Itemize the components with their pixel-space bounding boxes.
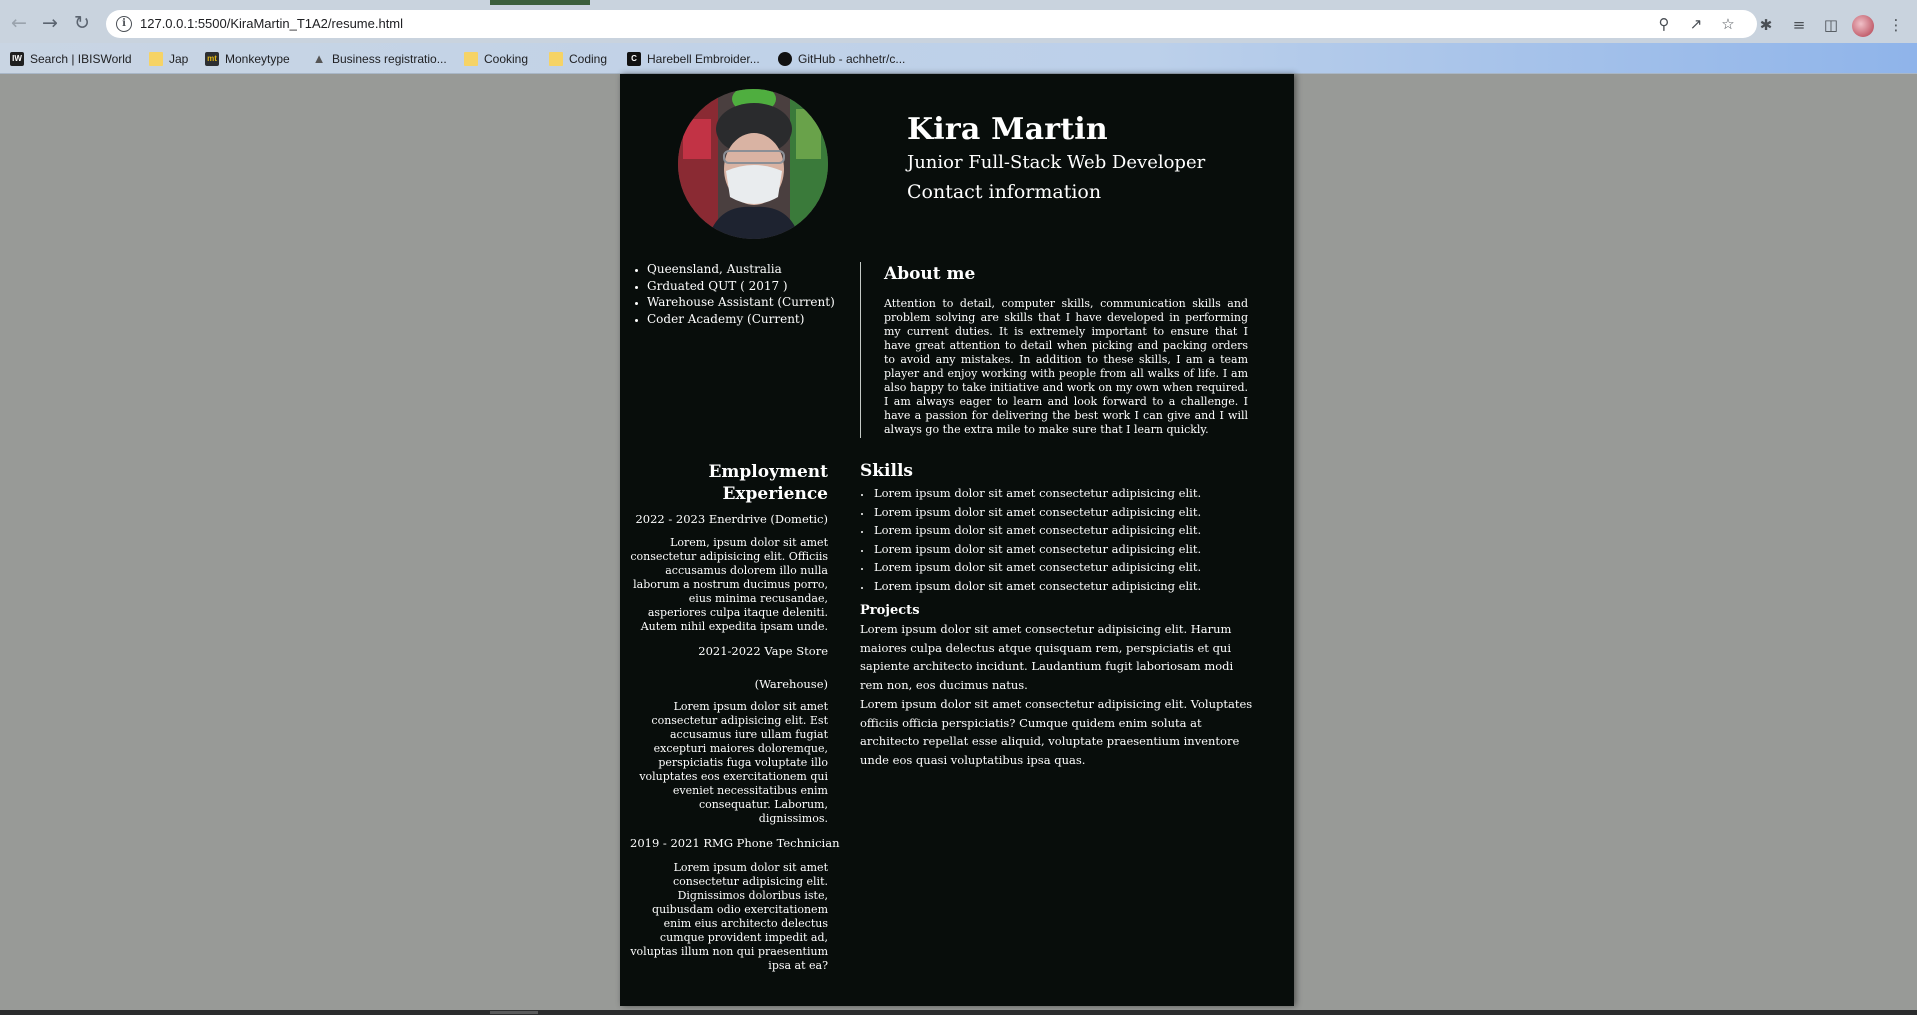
bookmark-label: Monkeytype bbox=[225, 52, 290, 66]
bookmark-harebell[interactable]: C Harebell Embroider... bbox=[627, 50, 760, 68]
monkeytype-icon: mt bbox=[205, 52, 219, 66]
resume-name: Kira Martin bbox=[907, 112, 1108, 147]
profile-avatar-icon[interactable] bbox=[1852, 15, 1874, 37]
bookmark-label: Coding bbox=[569, 52, 608, 66]
job-description: Lorem ipsum dolor sit amet consectetur a… bbox=[639, 700, 828, 825]
folder-icon bbox=[149, 52, 163, 66]
list-item: Lorem ipsum dolor sit amet consectetur a… bbox=[872, 484, 1201, 503]
menu-kebab-icon[interactable]: ⋮ bbox=[1885, 14, 1907, 36]
job-subtitle: (Warehouse) bbox=[754, 677, 828, 691]
job-title: 2021-2022 Vape Store bbox=[698, 644, 828, 658]
site-info-icon[interactable]: i bbox=[116, 16, 132, 32]
bookmark-label: Business registratio... bbox=[332, 52, 447, 66]
list-item: Lorem ipsum dolor sit amet consectetur a… bbox=[872, 577, 1201, 596]
bookmark-ibisworld[interactable]: IW Search | IBISWorld bbox=[10, 50, 132, 68]
c-icon: C bbox=[627, 52, 641, 66]
bookmark-folder-jap[interactable]: Jap bbox=[149, 50, 188, 68]
bookmark-label: Search | IBISWorld bbox=[30, 52, 132, 66]
contact-facts-list: Queensland, Australia Grduated QUT ( 201… bbox=[635, 261, 835, 327]
job-description: Lorem, ipsum dolor sit amet consectetur … bbox=[630, 536, 828, 633]
bookmark-star-icon[interactable]: ☆ bbox=[1717, 13, 1739, 35]
reading-list-icon[interactable]: ≡ bbox=[1788, 14, 1810, 36]
list-item: Lorem ipsum dolor sit amet consectetur a… bbox=[872, 503, 1201, 522]
profile-photo bbox=[678, 89, 828, 239]
bookmark-folder-coding[interactable]: Coding bbox=[549, 50, 607, 68]
browser-toolbar: ← → ↻ i 127.0.0.1:5500/KiraMartin_T1A2/r… bbox=[0, 5, 1917, 43]
reload-icon[interactable]: ↻ bbox=[69, 10, 95, 36]
profile-photo-image bbox=[678, 89, 828, 239]
bookmark-business-registration[interactable]: ▲ Business registratio... bbox=[312, 50, 447, 68]
address-bar[interactable]: i 127.0.0.1:5500/KiraMartin_T1A2/resume.… bbox=[106, 10, 1757, 38]
list-item: Lorem ipsum dolor sit amet consectetur a… bbox=[872, 521, 1201, 540]
bookmark-label: GitHub - achhetr/c... bbox=[798, 52, 906, 66]
bookmark-label: Harebell Embroider... bbox=[647, 52, 760, 66]
job-title: 2019 - 2021 RMG Phone Technician bbox=[630, 836, 840, 850]
share-icon[interactable]: ↗ bbox=[1685, 13, 1707, 35]
list-item: Lorem ipsum dolor sit amet consectetur a… bbox=[872, 558, 1201, 577]
list-item: Queensland, Australia bbox=[647, 261, 835, 278]
bookmark-monkeytype[interactable]: mt Monkeytype bbox=[205, 50, 290, 68]
bookmark-label: Jap bbox=[169, 52, 189, 66]
job-description: Lorem ipsum dolor sit amet consectetur a… bbox=[630, 861, 828, 972]
job-title: 2022 - 2023 Enerdrive (Dometic) bbox=[635, 512, 828, 526]
address-url[interactable]: 127.0.0.1:5500/KiraMartin_T1A2/resume.ht… bbox=[140, 16, 403, 31]
about-text: Attention to detail, computer skills, co… bbox=[884, 297, 1248, 436]
about-heading: About me bbox=[884, 264, 976, 284]
side-panel-icon[interactable]: ◫ bbox=[1820, 14, 1842, 36]
project-description: Lorem ipsum dolor sit amet consectetur a… bbox=[860, 697, 1253, 768]
github-icon bbox=[778, 52, 792, 66]
folder-icon bbox=[549, 52, 563, 66]
employment-heading: Employment Experience bbox=[708, 462, 828, 504]
contact-heading: Contact information bbox=[907, 181, 1102, 203]
resume-job-title: Junior Full-Stack Web Developer bbox=[907, 152, 1206, 173]
back-icon[interactable]: ← bbox=[6, 10, 32, 36]
employment-list: 2022 - 2023 Enerdrive (Dometic) Lorem, i… bbox=[630, 512, 840, 973]
list-item: Lorem ipsum dolor sit amet consectetur a… bbox=[872, 540, 1201, 559]
list-item: Coder Academy (Current) bbox=[647, 311, 835, 328]
bookmark-github[interactable]: GitHub - achhetr/c... bbox=[778, 50, 905, 68]
bookmarks-bar: IW Search | IBISWorld Jap mt Monkeytype … bbox=[0, 43, 1917, 74]
skills-list: Lorem ipsum dolor sit amet consectetur a… bbox=[872, 484, 1201, 596]
projects-heading: Projects bbox=[860, 603, 920, 618]
list-item: Warehouse Assistant (Current) bbox=[647, 294, 835, 311]
scrollbar-thumb[interactable] bbox=[490, 1011, 538, 1014]
zoom-icon[interactable]: ⚲ bbox=[1653, 13, 1675, 35]
horizontal-scrollbar[interactable] bbox=[0, 1010, 1917, 1015]
skills-heading: Skills bbox=[860, 461, 914, 481]
project-description: Lorem ipsum dolor sit amet consectetur a… bbox=[860, 622, 1234, 693]
vertical-divider bbox=[860, 262, 861, 438]
extensions-icon[interactable]: ✱ bbox=[1755, 14, 1777, 36]
bookmark-label: Cooking bbox=[484, 52, 529, 66]
ibisworld-icon: IW bbox=[10, 52, 24, 66]
folder-icon bbox=[464, 52, 478, 66]
cake-icon: ▲ bbox=[312, 51, 326, 66]
forward-icon[interactable]: → bbox=[37, 10, 63, 36]
resume-page: Kira Martin Junior Full-Stack Web Develo… bbox=[620, 74, 1294, 1006]
bookmark-folder-cooking[interactable]: Cooking bbox=[464, 50, 528, 68]
list-item: Grduated QUT ( 2017 ) bbox=[647, 278, 835, 295]
